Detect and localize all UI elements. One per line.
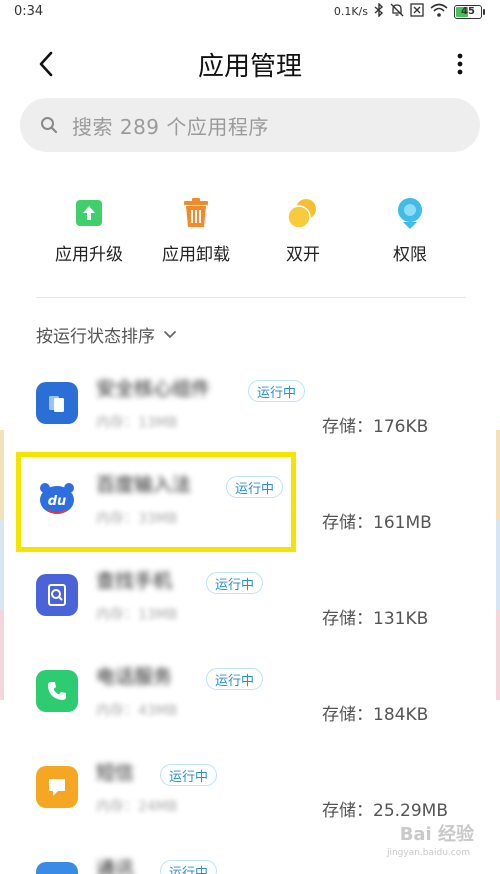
app-name: 通讯 <box>96 858 135 874</box>
more-button[interactable] <box>448 46 472 82</box>
more-vertical-icon <box>457 53 463 75</box>
quick-actions: 应用升级 应用卸载 双开 权限 <box>0 196 500 276</box>
app-storage: 存储：176KB <box>322 417 429 437</box>
status-time: 0:34 <box>14 4 44 19</box>
upgrade-icon <box>72 196 106 230</box>
security-core-icon <box>36 382 78 424</box>
sim-off-icon <box>410 3 424 20</box>
highlight-frame <box>16 452 296 552</box>
search-input[interactable]: 搜索 289 个应用程序 <box>20 98 480 152</box>
app-name: 安全核心组件 <box>96 378 211 400</box>
header: 应用管理 <box>0 36 500 92</box>
list-item[interactable]: 电话服务 运行中 内存：43MB 存储：184KB <box>0 648 500 744</box>
page-title: 应用管理 <box>197 52 302 82</box>
permission-button[interactable]: 权限 <box>360 196 460 265</box>
list-item[interactable]: 安全核心组件 运行中 内存：13MB 存储：176KB <box>0 360 500 456</box>
mute-icon <box>390 3 404 20</box>
app-memory: 内存：13MB <box>96 607 178 623</box>
sms-icon <box>36 766 78 808</box>
app-memory: 内存：13MB <box>96 415 178 431</box>
app-storage: 存储：184KB <box>322 705 429 725</box>
net-speed: 0.1K/s <box>333 5 368 18</box>
dual-app-label: 双开 <box>286 245 320 265</box>
contacts-icon <box>36 862 78 874</box>
app-name: 短信 <box>96 762 135 784</box>
status-icons: 0.1K/s 45 <box>333 2 485 20</box>
permission-icon <box>393 196 427 230</box>
app-memory: 内存：24MB <box>96 799 178 815</box>
wifi-icon <box>430 3 448 20</box>
status-badge: 运行中 <box>206 668 264 690</box>
upgrade-button[interactable]: 应用升级 <box>39 196 139 265</box>
chevron-down-icon <box>164 330 176 338</box>
sort-label: 按运行状态排序 <box>36 327 155 347</box>
app-storage: 存储：161MB <box>322 513 432 533</box>
app-name: 电话服务 <box>96 666 173 688</box>
search-icon <box>41 117 58 134</box>
status-badge: 运行中 <box>160 860 218 874</box>
trash-icon <box>179 196 213 230</box>
battery-icon: 45 <box>454 4 485 19</box>
app-name: 查找手机 <box>96 570 173 592</box>
dual-app-button[interactable]: 双开 <box>253 196 353 265</box>
search-placeholder: 搜索 289 个应用程序 <box>72 114 269 139</box>
watermark-url: jingyan.baidu.com <box>386 848 470 858</box>
uninstall-button[interactable]: 应用卸载 <box>146 196 246 265</box>
status-badge: 运行中 <box>248 380 306 402</box>
battery-level: 45 <box>461 6 475 17</box>
list-item[interactable]: 查找手机 运行中 内存：13MB 存储：131KB <box>0 552 500 648</box>
sort-dropdown[interactable]: 按运行状态排序 <box>36 322 177 347</box>
uninstall-label: 应用卸载 <box>162 245 230 265</box>
find-phone-icon <box>36 574 78 616</box>
dual-app-icon <box>286 196 320 230</box>
watermark: Bai 经验 <box>399 824 474 845</box>
app-memory: 内存：43MB <box>96 703 178 719</box>
status-badge: 运行中 <box>206 572 264 594</box>
status-badge: 运行中 <box>160 764 218 786</box>
app-storage: 存储：25.29MB <box>322 801 448 821</box>
upgrade-label: 应用升级 <box>55 245 123 265</box>
bluetooth-icon <box>374 2 384 20</box>
divider <box>36 297 466 298</box>
status-bar: 0:34 0.1K/s 45 <box>0 0 500 26</box>
permission-label: 权限 <box>393 245 427 265</box>
app-storage: 存储：131KB <box>322 609 429 629</box>
phone-icon <box>36 670 78 712</box>
